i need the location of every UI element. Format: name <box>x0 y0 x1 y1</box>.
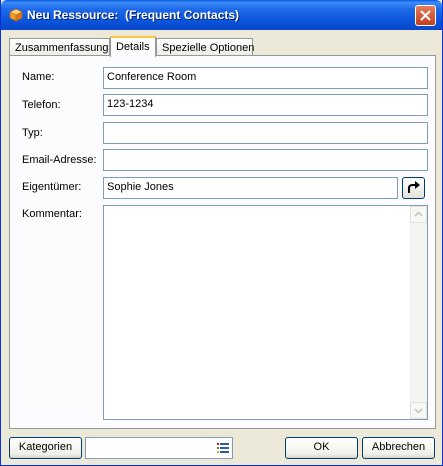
email-field[interactable] <box>103 149 428 171</box>
owner-select-button[interactable] <box>402 177 425 199</box>
tab-details[interactable]: Details <box>110 36 156 57</box>
phone-field[interactable]: 123-1234 <box>103 94 428 116</box>
scroll-down-button[interactable] <box>410 402 427 419</box>
type-label: Typ: <box>22 127 43 139</box>
close-button[interactable] <box>415 5 436 26</box>
owner-label: Eigentümer: <box>22 181 82 193</box>
list-icon[interactable] <box>217 443 229 453</box>
chevron-down-icon <box>414 408 423 414</box>
details-panel: Name: Conference Room Telefon: 123-1234 … <box>9 55 436 429</box>
name-field[interactable]: Conference Room <box>103 67 428 89</box>
cancel-button[interactable]: Abbrechen <box>362 437 435 459</box>
email-label: Email-Adresse: <box>22 154 97 166</box>
name-label: Name: <box>22 71 55 83</box>
redo-arrow-icon <box>408 181 420 193</box>
categories-field[interactable] <box>85 437 233 459</box>
comment-textarea[interactable] <box>103 205 428 420</box>
comment-label: Kommentar: <box>22 208 82 220</box>
dialog-window: Neu Ressource: (Frequent Contacts) Zusam… <box>0 0 443 466</box>
chevron-up-icon <box>414 211 423 217</box>
close-icon <box>420 10 431 21</box>
resource-cube-icon <box>9 8 23 22</box>
comment-scrollbar[interactable] <box>410 206 427 419</box>
tab-zusammenfassung[interactable]: Zusammenfassung <box>9 38 110 56</box>
title-bar[interactable]: Neu Ressource: (Frequent Contacts) <box>1 0 442 30</box>
type-field[interactable] <box>103 122 428 144</box>
tab-spezielle-optionen[interactable]: Spezielle Optionen <box>156 38 254 56</box>
owner-field[interactable]: Sophie Jones <box>103 177 398 199</box>
categories-button[interactable]: Kategorien <box>9 437 82 459</box>
scroll-up-button[interactable] <box>410 206 427 223</box>
phone-label: Telefon: <box>22 99 61 111</box>
window-title: Neu Ressource: (Frequent Contacts) <box>27 8 240 22</box>
ok-button[interactable]: OK <box>285 437 358 459</box>
